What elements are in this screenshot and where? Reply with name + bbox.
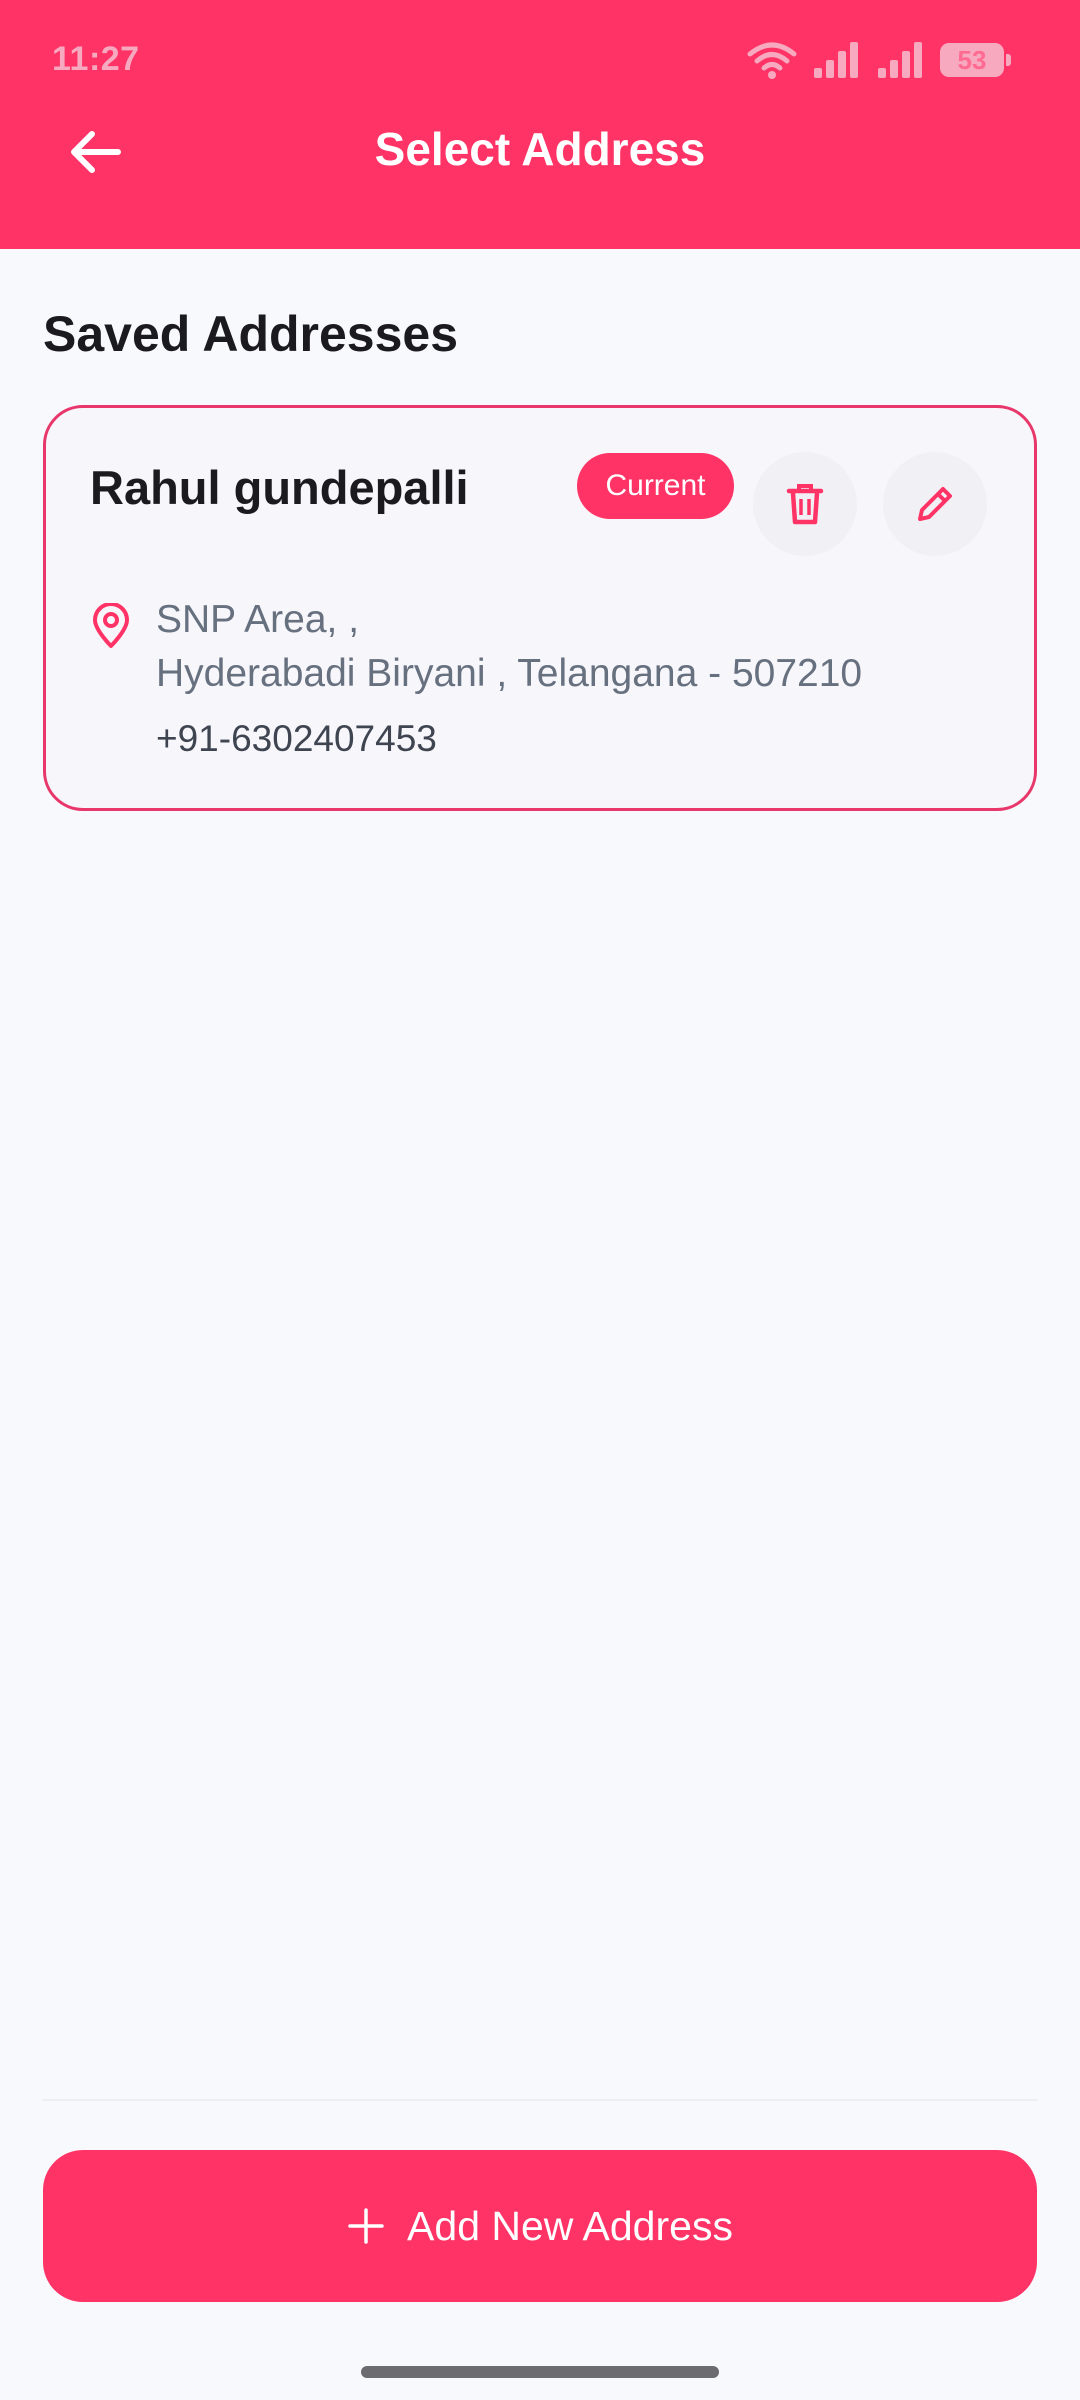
app-header: 11:27 53 Select Address (0, 0, 1080, 249)
edit-address-button[interactable] (883, 452, 987, 556)
saved-addresses-heading: Saved Addresses (43, 306, 459, 362)
home-indicator[interactable] (361, 2366, 719, 2378)
address-name: Rahul gundepalli (90, 461, 469, 514)
wifi-icon (747, 42, 797, 79)
battery-icon: 53 (940, 43, 1011, 77)
address-phone: +91-6302407453 (156, 718, 437, 759)
add-new-address-button[interactable]: Add New Address (43, 2150, 1037, 2302)
delete-address-button[interactable] (753, 452, 857, 556)
current-badge: Current (577, 453, 734, 519)
bottom-divider (43, 2099, 1037, 2101)
page-title: Select Address (374, 123, 706, 175)
signal-icon-2 (878, 42, 922, 78)
status-bar: 11:27 53 (0, 0, 1080, 120)
address-line-2: Hyderabadi Biryani , Telangana - 507210 (156, 652, 863, 695)
pencil-icon (918, 487, 952, 521)
address-line-1: SNP Area, , (156, 598, 360, 641)
plus-icon (348, 2208, 384, 2244)
address-card[interactable]: Rahul gundepalli Current SNP Area, , Hyd… (43, 405, 1037, 811)
select-address-screen: 11:27 53 Select Address Saved Addresses … (0, 0, 1080, 2400)
battery-level: 53 (957, 44, 987, 75)
status-icons: 53 (746, 38, 1011, 82)
location-pin-icon (93, 603, 129, 648)
signal-icon (814, 42, 858, 78)
add-new-address-label: Add New Address (407, 2202, 733, 2249)
trash-icon (786, 484, 824, 525)
status-time: 11:27 (52, 40, 140, 78)
